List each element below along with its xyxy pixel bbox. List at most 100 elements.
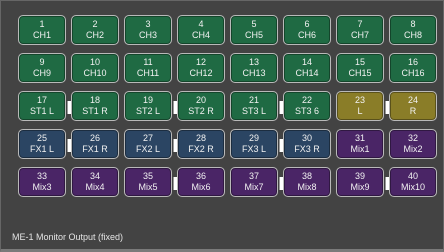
- channel-label: ST2 R: [188, 106, 214, 116]
- channel-label: FX1 R: [82, 144, 108, 154]
- channel-button[interactable]: 3 CH3: [124, 15, 172, 45]
- channel-button[interactable]: 28 FX2 R: [177, 129, 225, 159]
- channel-label: Mix3: [32, 182, 52, 192]
- channel-number: 23: [354, 95, 365, 105]
- channel-number: 6: [304, 19, 310, 29]
- channel-label: Mix8: [297, 182, 317, 192]
- channel-number: 8: [410, 19, 416, 29]
- channel-number: 31: [354, 133, 365, 143]
- channel-label: Mix4: [85, 182, 105, 192]
- channel-number: 32: [407, 133, 418, 143]
- channel-label: Mix6: [191, 182, 211, 192]
- channel-label: CH4: [191, 30, 210, 40]
- channel-number: 1: [39, 19, 45, 29]
- channel-number: 40: [407, 171, 418, 181]
- channel-number: 12: [195, 57, 206, 67]
- channel-label: CH5: [244, 30, 263, 40]
- channel-button[interactable]: 39 Mix9: [336, 167, 390, 197]
- channel-button[interactable]: 31 Mix1: [336, 129, 384, 159]
- channel-label: Mix5: [138, 182, 158, 192]
- channel-label: Mix9: [350, 182, 370, 192]
- channel-label: CH9: [32, 68, 51, 78]
- channel-label: CH16: [401, 68, 425, 78]
- channel-button[interactable]: 25 FX1 L: [18, 129, 72, 159]
- channel-button[interactable]: 30 FX3 R: [283, 129, 331, 159]
- channel-button[interactable]: 23 L: [336, 91, 390, 121]
- channel-button[interactable]: 1 CH1: [18, 15, 66, 45]
- channel-label: FX1 L: [29, 144, 54, 154]
- channel-label: Mix7: [244, 182, 264, 192]
- channel-button[interactable]: 17 ST1 L: [18, 91, 72, 121]
- channel-number: 16: [407, 57, 418, 67]
- channel-button[interactable]: 7 CH7: [336, 15, 384, 45]
- channel-number: 13: [248, 57, 259, 67]
- channel-number: 38: [301, 171, 312, 181]
- channel-label: Mix10: [400, 182, 425, 192]
- channel-button[interactable]: 34 Mix4: [71, 167, 119, 197]
- channel-button[interactable]: 11 CH11: [124, 53, 172, 83]
- channel-button[interactable]: 10 CH10: [71, 53, 119, 83]
- channel-button[interactable]: 26 FX1 R: [71, 129, 119, 159]
- channel-label: CH2: [85, 30, 104, 40]
- channel-number: 10: [89, 57, 100, 67]
- channel-button[interactable]: 38 Mix8: [283, 167, 331, 197]
- channel-button[interactable]: 6 CH6: [283, 15, 331, 45]
- channel-button[interactable]: 24 R: [389, 91, 437, 121]
- channel-button[interactable]: 2 CH2: [71, 15, 119, 45]
- channel-button[interactable]: 13 CH13: [230, 53, 278, 83]
- channel-number: 15: [354, 57, 365, 67]
- channel-button[interactable]: 5 CH5: [230, 15, 278, 45]
- channel-button[interactable]: 21 ST3 L: [230, 91, 284, 121]
- channel-button[interactable]: 22 ST3 6: [283, 91, 331, 121]
- channel-button[interactable]: 40 Mix10: [389, 167, 437, 197]
- channel-label: CH3: [138, 30, 157, 40]
- channel-button[interactable]: 35 Mix5: [124, 167, 178, 197]
- channel-label: FX2 L: [135, 144, 160, 154]
- channel-button[interactable]: 32 Mix2: [389, 129, 437, 159]
- channel-label: CH11: [136, 68, 160, 78]
- channel-number: 17: [36, 95, 47, 105]
- channel-number: 3: [145, 19, 151, 29]
- channel-button[interactable]: 33 Mix3: [18, 167, 66, 197]
- channel-button[interactable]: 12 CH12: [177, 53, 225, 83]
- channel-label: ST2 L: [135, 106, 160, 116]
- channel-button[interactable]: 36 Mix6: [177, 167, 225, 197]
- channel-label: ST3 6: [294, 106, 319, 116]
- channel-label: CH12: [189, 68, 213, 78]
- channel-label: CH14: [295, 68, 319, 78]
- channel-number: 18: [89, 95, 100, 105]
- channel-button[interactable]: 16 CH16: [389, 53, 437, 83]
- channel-button[interactable]: 9 CH9: [18, 53, 66, 83]
- channel-label: ST1 R: [82, 106, 108, 116]
- channel-number: 35: [142, 171, 153, 181]
- channel-number: 36: [195, 171, 206, 181]
- channel-button[interactable]: 18 ST1 R: [71, 91, 119, 121]
- channel-number: 29: [248, 133, 259, 143]
- channel-number: 33: [36, 171, 47, 181]
- channel-button[interactable]: 4 CH4: [177, 15, 225, 45]
- channel-number: 26: [89, 133, 100, 143]
- channel-label: CH8: [403, 30, 422, 40]
- channel-label: FX3 L: [241, 144, 266, 154]
- channel-button[interactable]: 8 CH8: [389, 15, 437, 45]
- channel-number: 5: [251, 19, 257, 29]
- channel-button[interactable]: 37 Mix7: [230, 167, 284, 197]
- channel-button[interactable]: 20 ST2 R: [177, 91, 225, 121]
- channel-button[interactable]: 19 ST2 L: [124, 91, 178, 121]
- channel-label: CH10: [83, 68, 107, 78]
- channel-number: 25: [36, 133, 47, 143]
- channel-label: CH15: [348, 68, 372, 78]
- channel-number: 30: [301, 133, 312, 143]
- channel-label: CH7: [350, 30, 369, 40]
- channel-label: L: [357, 106, 363, 116]
- channel-number: 7: [357, 19, 363, 29]
- channel-label: R: [409, 106, 417, 116]
- channel-button[interactable]: 27 FX2 L: [124, 129, 178, 159]
- channel-number: 34: [89, 171, 100, 181]
- channel-button[interactable]: 15 CH15: [336, 53, 384, 83]
- channel-button[interactable]: 29 FX3 L: [230, 129, 284, 159]
- channel-label: ST1 L: [29, 106, 54, 116]
- channel-label: CH6: [297, 30, 316, 40]
- channel-number: 37: [248, 171, 259, 181]
- channel-button[interactable]: 14 CH14: [283, 53, 331, 83]
